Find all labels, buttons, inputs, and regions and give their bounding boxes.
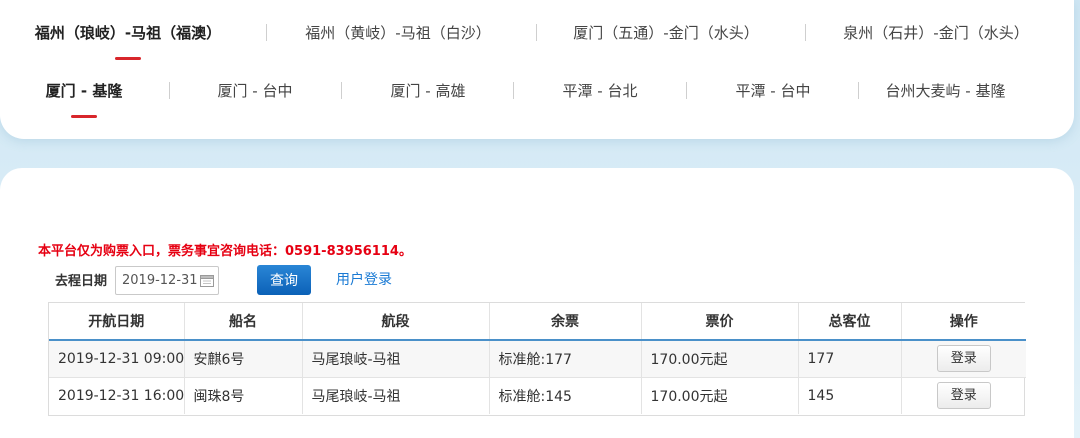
total-seats-cell: 145 [798, 377, 902, 414]
total-seats-cell: 177 [798, 340, 902, 378]
route-tab-xiamen-gaoxiong[interactable]: 厦门 - 高雄 [378, 70, 478, 110]
route-cell: 马尾琅岐-马祖 [302, 377, 490, 414]
route-tab-taizhou-damaiyu-jilong[interactable]: 台州大麦屿 - 基隆 [873, 70, 1018, 110]
route-tab-pingtan-taibei[interactable]: 平潭 - 台北 [550, 70, 650, 110]
route-tab-label: 厦门（五通）-金门（水头） [573, 23, 759, 42]
login-button[interactable]: 登录 [936, 382, 991, 410]
column-header: 船名 [184, 303, 303, 341]
route-tab-label: 台州大麦屿 - 基隆 [885, 81, 1006, 100]
route-tab-xiamen-taizhong[interactable]: 厦门 - 台中 [205, 70, 305, 110]
column-header: 开航日期 [49, 303, 185, 341]
route-tab-label: 厦门 - 高雄 [390, 81, 466, 100]
column-header: 航段 [302, 303, 490, 341]
divider [805, 24, 806, 41]
action-cell: 登录 [901, 377, 1026, 414]
sailing-schedule-table: 开航日期 船名 航段 余票 票价 总客位 操作 2019-12-31 09:00… [48, 302, 1026, 416]
route-tab-label: 平潭 - 台北 [562, 81, 638, 100]
route-tab-xiamen-jilong[interactable]: 厦门 - 基隆 [34, 70, 134, 118]
price-cell: 170.00元起 [641, 340, 799, 378]
departure-datetime-cell: 2019-12-31 16:00 [49, 377, 185, 414]
departure-date-input[interactable]: 2019-12-31 [115, 266, 219, 295]
route-row-1: 福州（琅岐）-马祖（福澳） 福州（黄岐）-马祖（白沙） 厦门（五通）-金门（水头… [0, 12, 1074, 60]
route-tab-label: 厦门 - 台中 [217, 81, 293, 100]
divider [169, 82, 170, 99]
remaining-tickets-cell: 标准舱:177 [489, 340, 642, 378]
divider [513, 82, 514, 99]
table-header-row: 开航日期 船名 航段 余票 票价 总客位 操作 [49, 303, 1026, 341]
calendar-icon[interactable] [200, 274, 214, 287]
route-tab-label: 福州（琅岐）-马祖（福澳） [34, 23, 222, 42]
column-header: 余票 [489, 303, 642, 341]
route-tab-label: 泉州（石井）-金门（水头） [843, 23, 1029, 42]
route-tab-fuzhou-langqi-mazu-fuao[interactable]: 福州（琅岐）-马祖（福澳） [28, 12, 228, 60]
departure-datetime-cell: 2019-12-31 09:00 [49, 340, 185, 378]
route-selector-card: 福州（琅岐）-马祖（福澳） 福州（黄岐）-马祖（白沙） 厦门（五通）-金门（水头… [0, 0, 1074, 139]
route-tab-pingtan-taizhong[interactable]: 平潭 - 台中 [723, 70, 823, 110]
query-button[interactable]: 查询 [257, 265, 311, 295]
table-row: 2019-12-31 16:00 闽珠8号 马尾琅岐-马祖 标准舱:145 17… [49, 377, 1026, 414]
action-cell: 登录 [901, 340, 1026, 378]
price-cell: 170.00元起 [641, 377, 799, 414]
active-tab-indicator [71, 115, 97, 118]
divider [341, 82, 342, 99]
divider [686, 82, 687, 99]
ship-name-cell: 安麒6号 [184, 340, 303, 378]
divider [858, 82, 859, 99]
route-tab-fuzhou-huangqi-mazu-baisha[interactable]: 福州（黄岐）-马祖（白沙） [298, 12, 498, 52]
user-login-link[interactable]: 用户登录 [336, 270, 392, 290]
route-tab-quanzhou-shijing-jinmen-shuitou[interactable]: 泉州（石井）-金门（水头） [836, 12, 1036, 52]
notice-text: 本平台仅为购票入口，票务事宜咨询电话：0591-83956114。 [38, 244, 412, 259]
route-cell: 马尾琅岐-马祖 [302, 340, 490, 378]
divider [266, 24, 267, 41]
column-header: 总客位 [798, 303, 902, 341]
departure-date-value: 2019-12-31 [122, 273, 198, 288]
table-row: 2019-12-31 09:00 安麒6号 马尾琅岐-马祖 标准舱:177 17… [49, 340, 1026, 378]
route-tab-label: 平潭 - 台中 [735, 81, 811, 100]
route-tab-xiamen-wutong-jinmen-shuitou[interactable]: 厦门（五通）-金门（水头） [566, 12, 766, 52]
column-header: 操作 [901, 303, 1026, 341]
remaining-tickets-cell: 标准舱:145 [489, 377, 642, 414]
column-header: 票价 [641, 303, 799, 341]
route-tab-label: 厦门 - 基隆 [45, 81, 123, 100]
active-tab-indicator [115, 57, 141, 60]
route-tab-label: 福州（黄岐）-马祖（白沙） [305, 23, 491, 42]
ship-name-cell: 闽珠8号 [184, 377, 303, 414]
divider [536, 24, 537, 41]
departure-date-label: 去程日期 [55, 274, 108, 289]
route-row-2: 厦门 - 基隆 厦门 - 台中 厦门 - 高雄 平潭 - 台北 平潭 - 台中 … [0, 70, 1074, 118]
login-button[interactable]: 登录 [936, 345, 991, 373]
